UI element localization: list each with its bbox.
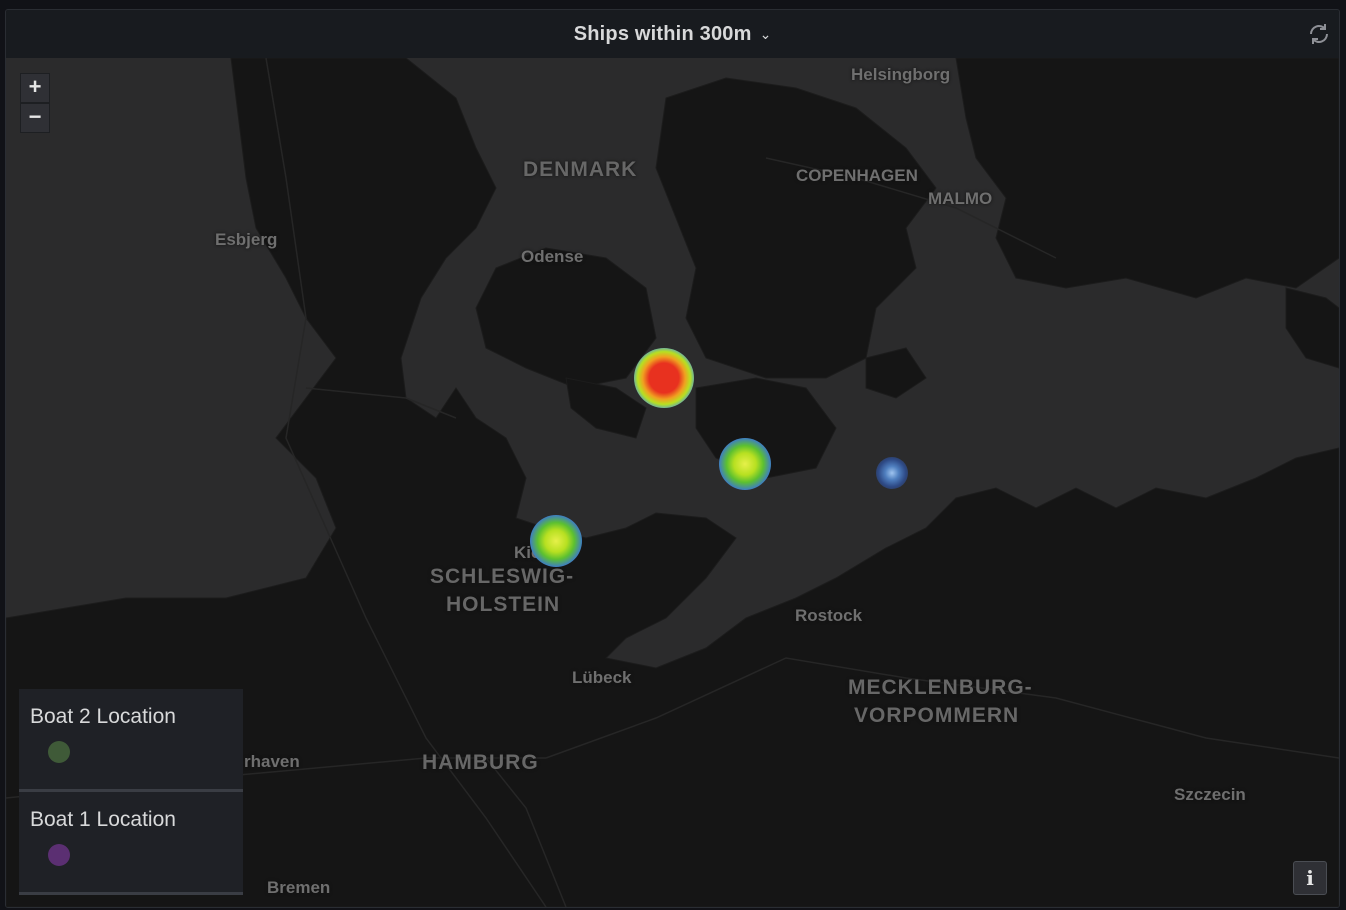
region-label-holstein: HOLSTEIN	[446, 593, 561, 616]
heatmap-point-medium-1	[719, 438, 771, 490]
country-label-denmark: DENMARK	[523, 158, 638, 181]
city-label-bremerhaven: rhaven	[244, 752, 300, 771]
city-label-malmo: MALMO	[928, 189, 993, 208]
region-label-vorpommern: VORPOMMERN	[854, 704, 1020, 727]
city-label-bremen: Bremen	[267, 878, 331, 897]
city-label-odense: Odense	[521, 247, 584, 266]
chevron-down-icon[interactable]: ⌄	[760, 26, 772, 43]
panel-header[interactable]: Ships within 300m ⌄	[6, 10, 1339, 58]
legend-item-boat-1[interactable]: Boat 1 Location	[19, 792, 243, 895]
city-label-copenhagen: COPENHAGEN	[796, 166, 918, 185]
city-label-rostock: Rostock	[795, 606, 863, 625]
heatmap-point-medium-2	[530, 515, 582, 567]
legend-swatch-boat-1	[48, 844, 70, 866]
map-panel: Ships within 300m ⌄ Helsingborg DENMARK …	[5, 9, 1340, 908]
panel-title[interactable]: Ships within 300m	[574, 23, 752, 46]
city-label-helsingborg: Helsingborg	[851, 65, 951, 84]
heatmap-point-high	[634, 348, 694, 408]
city-label-szczecin: Szczecin	[1174, 785, 1246, 804]
city-label-esbjerg: Esbjerg	[215, 230, 278, 249]
refresh-icon[interactable]	[1307, 22, 1331, 46]
region-label-mecklenburg: MECKLENBURG-	[848, 676, 1033, 699]
legend-label: Boat 2 Location	[30, 705, 176, 728]
heatmap-point-low	[876, 457, 908, 489]
legend-label: Boat 1 Location	[30, 808, 176, 831]
zoom-out-button[interactable]: −	[20, 103, 50, 133]
info-button[interactable]: i	[1293, 861, 1327, 895]
legend-swatch-boat-2	[48, 741, 70, 763]
legend-item-boat-2[interactable]: Boat 2 Location	[19, 689, 243, 792]
city-label-hamburg: HAMBURG	[422, 751, 539, 774]
zoom-in-button[interactable]: +	[20, 73, 50, 103]
map-canvas[interactable]: Helsingborg DENMARK COPENHAGEN MALMO Esb…	[6, 58, 1339, 907]
city-label-lubeck: Lübeck	[572, 668, 632, 687]
region-label-schleswig: SCHLESWIG-	[430, 565, 575, 588]
